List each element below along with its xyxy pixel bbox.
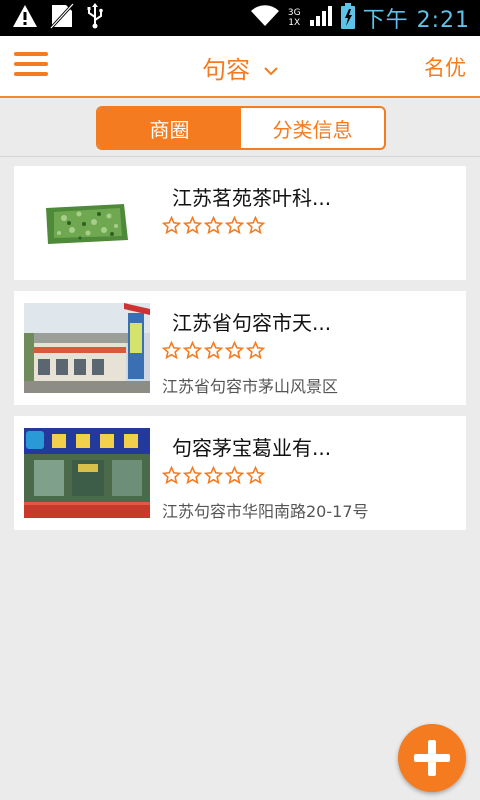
- star-icon: [204, 341, 223, 360]
- star-icon: [204, 216, 223, 235]
- listing-list: 江苏茗苑茶叶科... 江苏省句容市天... 江苏省句容市茅山风景区 句容茅宝葛业…: [14, 166, 466, 541]
- usb-icon: [86, 3, 104, 33]
- tab-classified-info[interactable]: 分类信息: [241, 108, 384, 148]
- signal-icon: [309, 4, 333, 32]
- star-rating: [162, 341, 265, 360]
- star-icon: [183, 216, 202, 235]
- star-rating: [162, 216, 265, 235]
- star-icon: [225, 341, 244, 360]
- listing-title: 江苏茗苑茶叶科...: [172, 186, 332, 210]
- network-type: 3G 1X: [288, 8, 301, 28]
- warning-icon: [12, 4, 38, 32]
- star-icon: [183, 341, 202, 360]
- star-icon: [183, 466, 202, 485]
- list-item[interactable]: 句容茅宝葛业有... 江苏句容市华阳南路20-17号: [14, 416, 466, 530]
- featured-button[interactable]: 名优: [424, 52, 466, 82]
- building-storefront-image: [24, 303, 150, 393]
- add-button[interactable]: [398, 724, 466, 792]
- star-icon: [162, 341, 181, 360]
- star-rating: [162, 466, 265, 485]
- star-icon: [246, 466, 265, 485]
- status-bar: 3G 1X 下午 2:21: [0, 0, 480, 36]
- star-icon: [225, 216, 244, 235]
- shop-storefront-image: [24, 428, 150, 518]
- network-top-label: 3G: [287, 8, 301, 18]
- app-bar: 句容 名优: [0, 36, 480, 98]
- segmented-tabs: 商圈 分类信息: [96, 106, 386, 150]
- city-selector[interactable]: 句容: [0, 50, 480, 85]
- battery-icon: [340, 3, 355, 33]
- divider: [0, 156, 480, 157]
- star-icon: [246, 341, 265, 360]
- star-icon: [225, 466, 244, 485]
- chevron-down-icon: [264, 54, 278, 82]
- listing-title: 江苏省句容市天...: [172, 311, 332, 335]
- tab-business-district[interactable]: 商圈: [98, 108, 241, 148]
- network-bottom-label: 1X: [288, 18, 301, 28]
- star-icon: [204, 466, 223, 485]
- wifi-icon: [250, 5, 280, 31]
- city-label: 句容: [202, 56, 251, 84]
- listing-address: 江苏省句容市茅山风景区: [162, 377, 339, 396]
- star-icon: [162, 216, 181, 235]
- no-sim-icon: [49, 2, 75, 33]
- list-item[interactable]: 江苏茗苑茶叶科...: [14, 166, 466, 280]
- listing-address: 江苏句容市华阳南路20-17号: [162, 502, 369, 521]
- list-item[interactable]: 江苏省句容市天... 江苏省句容市茅山风景区: [14, 291, 466, 405]
- clock: 下午 2:21: [362, 8, 470, 33]
- tea-leaves-image: [24, 178, 150, 268]
- star-icon: [162, 466, 181, 485]
- listing-title: 句容茅宝葛业有...: [172, 436, 332, 460]
- star-icon: [246, 216, 265, 235]
